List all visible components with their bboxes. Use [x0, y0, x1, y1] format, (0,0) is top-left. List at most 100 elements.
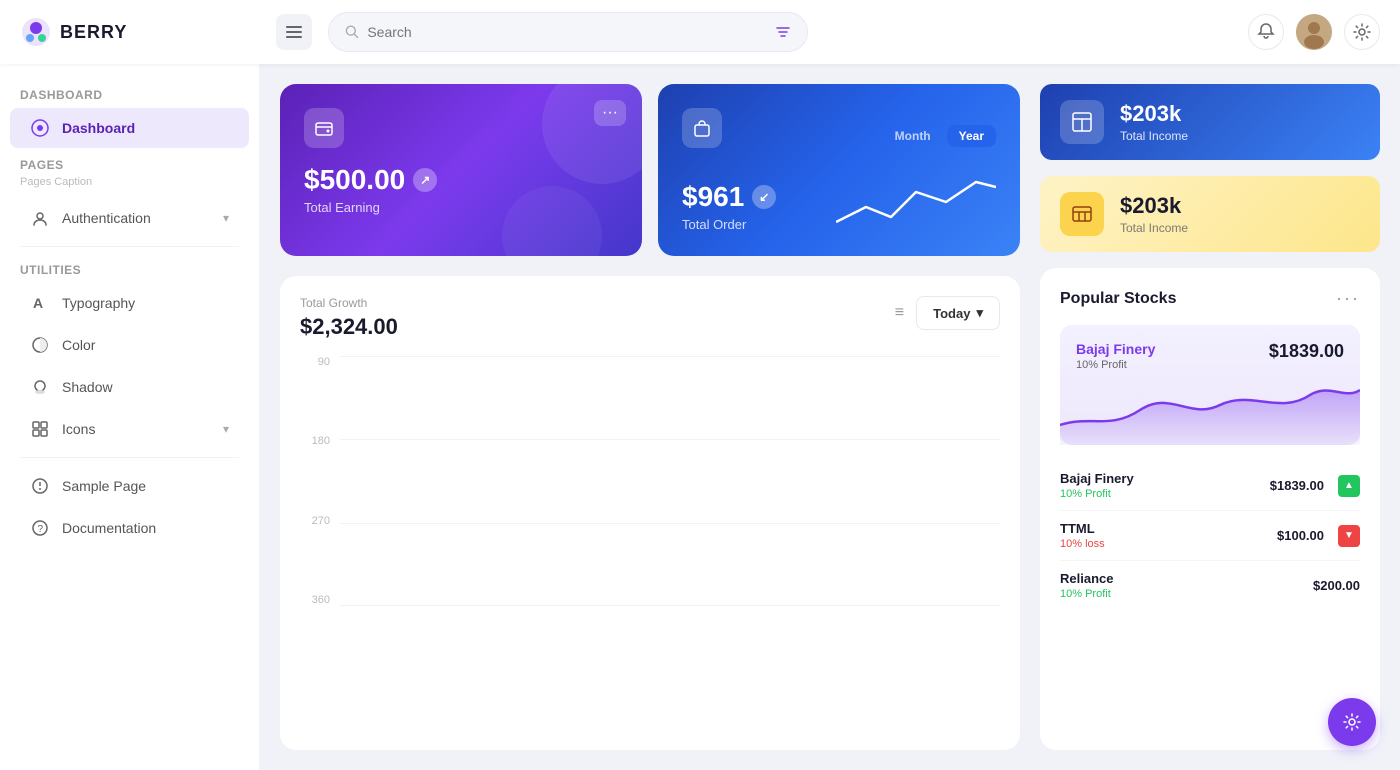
stat2-icon-box — [1060, 192, 1104, 236]
sidebar-item-dashboard[interactable]: Dashboard — [10, 108, 249, 148]
card-earning: ··· $500.00 ↗ Total Earning — [280, 84, 642, 256]
search-input[interactable] — [367, 24, 767, 40]
fab-gear-icon — [1342, 712, 1362, 732]
stock-name-reliance: Reliance — [1060, 571, 1113, 586]
sidebar-item-sample[interactable]: Sample Page — [10, 466, 249, 506]
typography-icon: A — [30, 293, 50, 313]
stock-row-bajaj: Bajaj Finery 10% Profit $1839.00 ▲ — [1060, 461, 1360, 511]
stocks-more-button[interactable]: ··· — [1336, 288, 1360, 309]
stat-card-yellow: $203k Total Income — [1040, 176, 1380, 252]
user-avatar — [1296, 14, 1332, 50]
card-order: Month Year $961 ↙ Total Order — [658, 84, 1020, 256]
stock-info-ttml: TTML 10% loss — [1060, 521, 1105, 550]
stocks-header: Popular Stocks ··· — [1060, 288, 1360, 309]
color-icon — [30, 335, 50, 355]
chart-area: 360 270 180 90 — [300, 356, 1000, 636]
sample-icon — [30, 476, 50, 496]
logo-icon — [20, 16, 52, 48]
color-label: Color — [62, 337, 95, 353]
y-label-180: 180 — [300, 435, 330, 447]
order-icon-box — [682, 108, 722, 148]
stock-name-bajaj: Bajaj Finery — [1060, 471, 1134, 486]
stat1-amount: $203k — [1120, 101, 1188, 127]
content: ··· $500.00 ↗ Total Earning — [260, 64, 1400, 770]
sidebar-divider-1 — [20, 246, 239, 247]
today-label: Today — [933, 306, 970, 321]
auth-icon — [30, 208, 50, 228]
earning-icon-box — [304, 108, 344, 148]
y-label-270: 270 — [300, 515, 330, 527]
y-label-360: 360 — [300, 594, 330, 606]
card-order-top: Month Year — [682, 108, 996, 164]
sidebar-item-authentication[interactable]: Authentication ▾ — [10, 198, 249, 238]
stock-row-ttml: TTML 10% loss $100.00 ▼ — [1060, 511, 1360, 561]
table-icon — [1071, 111, 1093, 133]
chart-y-labels: 360 270 180 90 — [300, 356, 330, 606]
stock-chart-svg — [1060, 365, 1360, 445]
earning-amount: $500.00 ↗ — [304, 164, 618, 196]
hamburger-button[interactable] — [276, 14, 312, 50]
y-label-90: 90 — [300, 356, 330, 368]
logo-area: BERRY — [20, 16, 260, 48]
sidebar-item-typography[interactable]: A Typography — [10, 283, 249, 323]
stock-price-ttml: $100.00 — [1277, 528, 1324, 543]
dashboard-icon — [30, 118, 50, 138]
today-button[interactable]: Today ▾ — [916, 296, 1000, 330]
stock-badge-bajaj: ▲ — [1338, 475, 1360, 497]
auth-label: Authentication — [62, 210, 151, 226]
fab-button[interactable] — [1328, 698, 1376, 746]
growth-title: Total Growth — [300, 296, 398, 310]
sidebar-item-icons[interactable]: Icons ▾ — [10, 409, 249, 449]
pages-caption: Pages Caption — [0, 176, 259, 196]
stat1-text: $203k Total Income — [1120, 101, 1188, 143]
docs-label: Documentation — [62, 520, 156, 536]
docs-icon: ? — [30, 518, 50, 538]
settings-button[interactable] — [1344, 14, 1380, 50]
svg-text:A: A — [33, 295, 43, 311]
wallet-icon — [314, 118, 334, 138]
featured-stock-price: $1839.00 — [1269, 341, 1344, 362]
sidebar-divider-2 — [20, 457, 239, 458]
stock-price-area-ttml: $100.00 ▼ — [1277, 525, 1360, 547]
auth-chevron: ▾ — [223, 211, 229, 225]
svg-text:?: ? — [38, 524, 44, 535]
growth-card: Total Growth $2,324.00 ≡ Today ▾ 360 — [280, 276, 1020, 750]
earning-trend-icon: ↗ — [413, 168, 437, 192]
icons-label: Icons — [62, 421, 95, 437]
sidebar-item-shadow[interactable]: Shadow — [10, 367, 249, 407]
order-trend-icon: ↙ — [752, 185, 776, 209]
shadow-label: Shadow — [62, 379, 113, 395]
growth-header: Total Growth $2,324.00 ≡ Today ▾ — [300, 296, 1000, 340]
main-layout: Dashboard Dashboard Pages Pages Caption … — [0, 64, 1400, 770]
notification-button[interactable] — [1248, 14, 1284, 50]
stock-rows: Bajaj Finery 10% Profit $1839.00 ▲ TTML … — [1060, 461, 1360, 610]
stock-profit-bajaj: 10% Profit — [1060, 488, 1134, 500]
stock-price-area-reliance: $200.00 — [1313, 578, 1360, 593]
stock-badge-ttml: ▼ — [1338, 525, 1360, 547]
order-mini-chart — [836, 172, 996, 232]
stock-chart-area: Bajaj Finery 10% Profit $1839.00 — [1060, 325, 1360, 445]
sidebar-section-pages: Pages — [0, 150, 259, 176]
stock-price-bajaj: $1839.00 — [1270, 478, 1324, 493]
icons-chevron: ▾ — [223, 422, 229, 436]
content-right: $203k Total Income $203k Total Income — [1040, 84, 1380, 750]
chart-menu-icon[interactable]: ≡ — [895, 304, 904, 322]
stat2-amount: $203k — [1120, 193, 1188, 219]
toggle-year-button[interactable]: Year — [947, 125, 996, 147]
stocks-title: Popular Stocks — [1060, 290, 1176, 308]
avatar[interactable] — [1296, 14, 1332, 50]
toggle-month-button[interactable]: Month — [883, 125, 943, 147]
order-amount: $961 ↙ — [682, 181, 776, 213]
shadow-icon — [30, 377, 50, 397]
stock-price-reliance: $200.00 — [1313, 578, 1360, 593]
logo-text: BERRY — [60, 22, 127, 43]
sample-label: Sample Page — [62, 478, 146, 494]
sidebar-item-color[interactable]: Color — [10, 325, 249, 365]
dashboard-label: Dashboard — [62, 120, 135, 136]
content-main: ··· $500.00 ↗ Total Earning — [280, 84, 1020, 750]
earning-label: Total Earning — [304, 200, 618, 215]
header: BERRY — [0, 0, 1400, 64]
stat2-label: Total Income — [1120, 221, 1188, 235]
sidebar-item-documentation[interactable]: ? Documentation — [10, 508, 249, 548]
earning-more-button[interactable]: ··· — [594, 100, 626, 126]
